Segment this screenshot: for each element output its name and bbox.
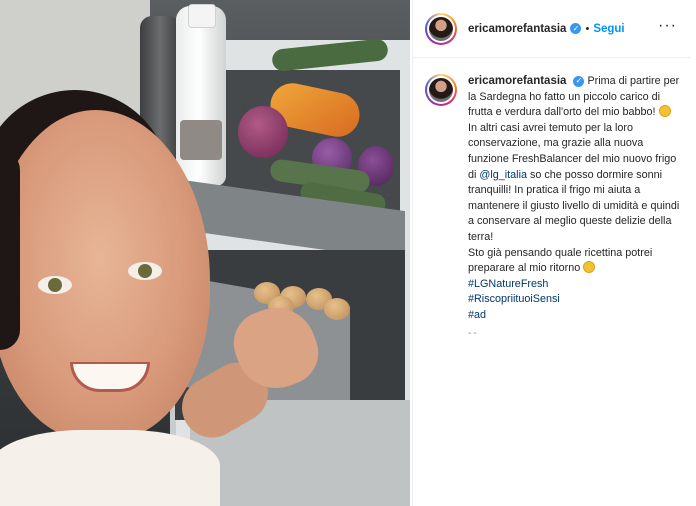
hashtag-link[interactable]: #LGNatureFresh [468, 277, 683, 293]
grinning-emoji-icon [658, 105, 671, 118]
shirt [0, 430, 220, 506]
verified-badge-icon: ✓ [573, 75, 585, 87]
caption-username[interactable]: ericamorefantasia [468, 75, 566, 87]
post-header: ericamorefantasia ✓ • Segui ··· [413, 0, 691, 58]
hashtag-link[interactable]: #RiscopriituoiSensi [468, 292, 683, 308]
caption: ericamorefantasia ✓ Prima di partire per… [425, 74, 687, 341]
verified-badge-icon: ✓ [570, 23, 582, 34]
bottle-cap [188, 4, 216, 28]
apricot [324, 298, 350, 320]
separator-dot: • [585, 22, 590, 35]
avatar[interactable] [425, 74, 457, 106]
red-onion [238, 106, 288, 158]
right-eye [128, 262, 162, 280]
post-sidebar: ericamorefantasia ✓ • Segui ··· ericamor… [412, 0, 696, 506]
caption-text: ericamorefantasia ✓ Prima di partire per… [468, 74, 683, 341]
more-ellipsis[interactable]: -- [468, 326, 683, 342]
caption-paragraph: Sto già pensando quale ricettina potrei … [468, 246, 653, 275]
hair [0, 150, 20, 350]
post-photo[interactable] [0, 0, 410, 506]
author-username[interactable]: ericamorefantasia [468, 23, 566, 35]
left-eye [38, 276, 72, 294]
avatar[interactable] [425, 12, 457, 45]
hashtag-link[interactable]: #ad [468, 308, 683, 324]
more-options-icon[interactable]: ··· [658, 18, 677, 34]
mention-link[interactable]: @lg_italia [479, 169, 527, 181]
follow-button[interactable]: Segui [593, 23, 624, 35]
bottle-filter [180, 120, 222, 160]
yum-emoji-icon [583, 261, 596, 274]
